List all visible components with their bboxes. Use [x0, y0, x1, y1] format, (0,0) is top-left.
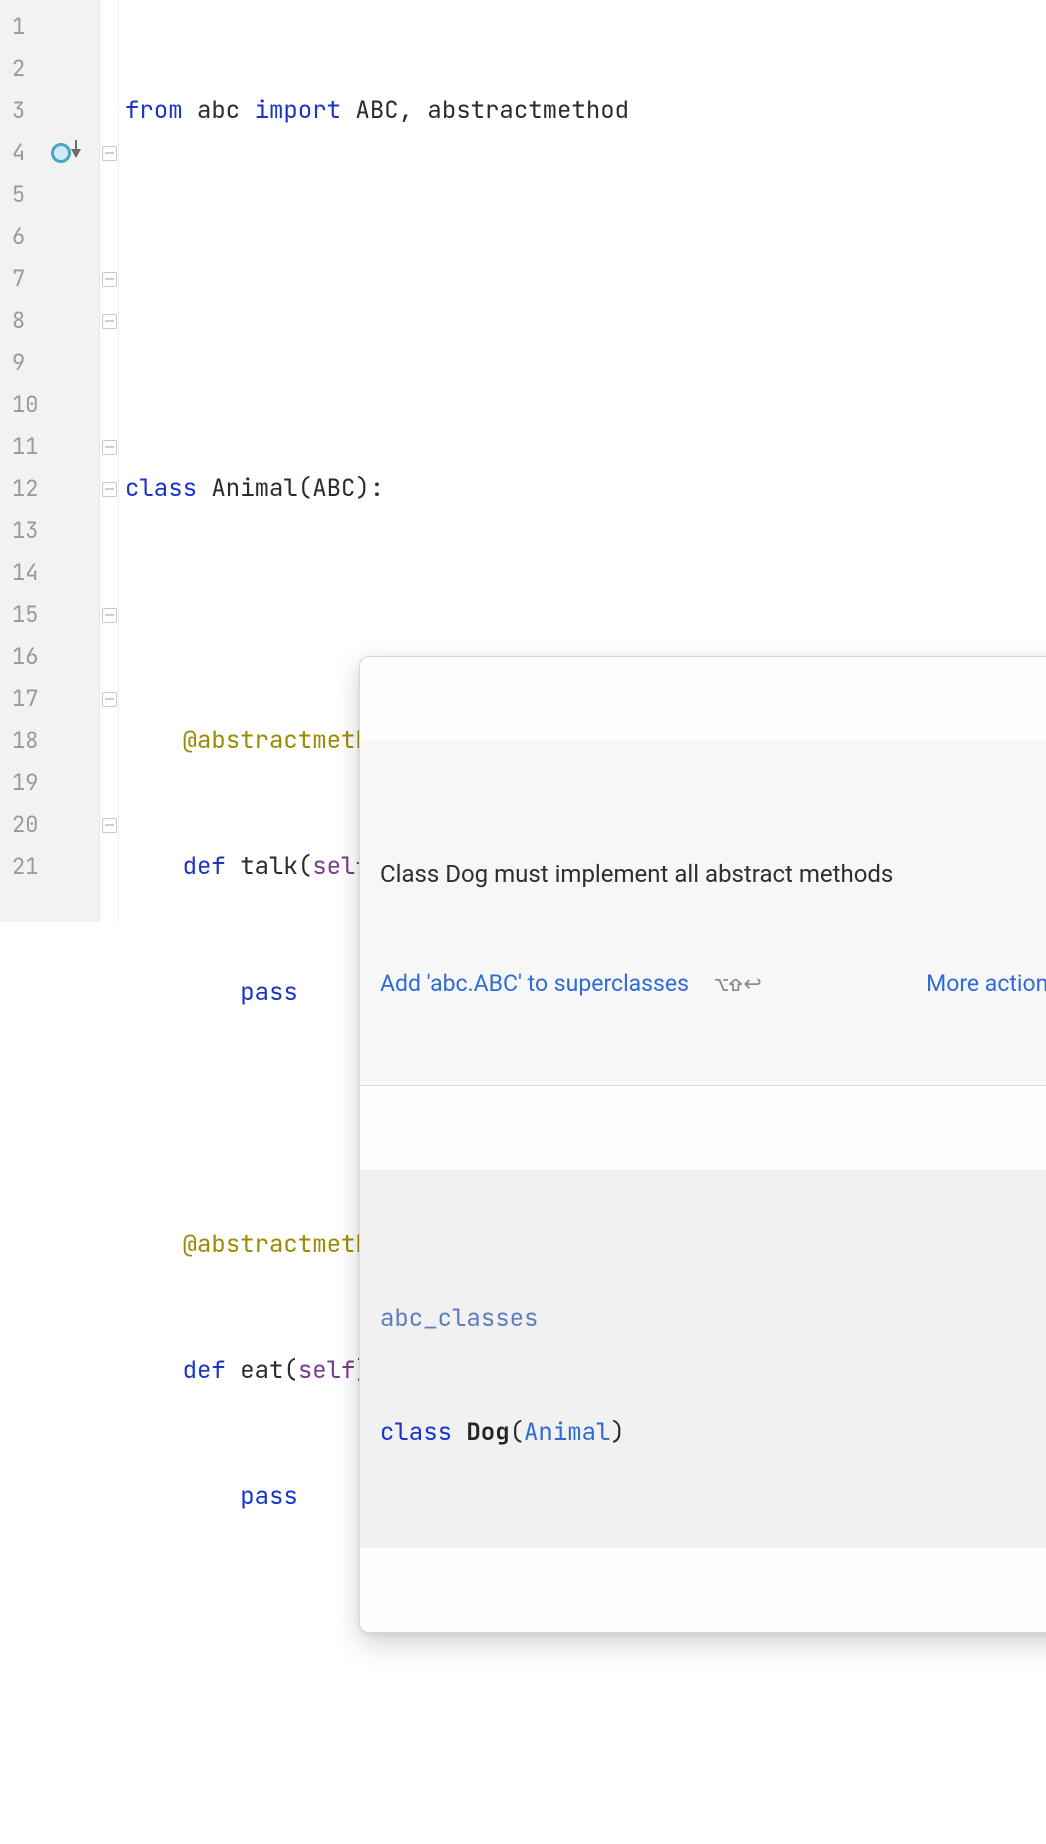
line-number: 9 [0, 342, 99, 384]
more-actions-link[interactable]: More actions... [926, 967, 1046, 1001]
line-number: 19 [0, 762, 99, 804]
line-number: 2 [0, 48, 99, 90]
fold-handle-icon[interactable] [102, 608, 117, 623]
line-number: 13 [0, 510, 99, 552]
line-number: 17 [0, 678, 99, 720]
line-number: 5 [0, 174, 99, 216]
code-line [119, 594, 1046, 636]
fold-handle-icon[interactable] [102, 440, 117, 455]
doc-filename[interactable]: abc_classes [380, 1300, 1046, 1338]
code-area[interactable]: from abc import ABC, abstractmethod clas… [119, 0, 1046, 922]
inspection-title: Class Dog must implement all abstract me… [380, 857, 1046, 891]
line-number: 10 [0, 384, 99, 426]
fold-handle-icon[interactable] [102, 314, 117, 329]
line-number: 3 [0, 90, 99, 132]
line-number: 18 [0, 720, 99, 762]
fold-handle-icon[interactable] [102, 146, 117, 161]
line-number: 21 [0, 846, 99, 888]
override-icon[interactable] [51, 143, 81, 163]
line-number: 4 [0, 132, 99, 174]
gutter: 1 2 3 4 5 6 7 8 9 10 11 12 13 14 15 16 1… [0, 0, 100, 922]
quickfix-link[interactable]: Add 'abc.ABC' to superclasses [380, 967, 689, 1001]
code-line: class Animal(ABC): [119, 468, 1046, 510]
fold-handle-icon[interactable] [102, 272, 117, 287]
line-number: 1 [0, 6, 99, 48]
line-number: 20 [0, 804, 99, 846]
code-line: from abc import ABC, abstractmethod [119, 90, 1046, 132]
line-number: 6 [0, 216, 99, 258]
fold-handle-icon[interactable] [102, 818, 117, 833]
fold-handle-icon[interactable] [102, 692, 117, 707]
line-number: 11 [0, 426, 99, 468]
line-number: 15 [0, 594, 99, 636]
line-number: 8 [0, 300, 99, 342]
line-number: 12 [0, 468, 99, 510]
line-number: 14 [0, 552, 99, 594]
inspection-header: Class Dog must implement all abstract me… [360, 741, 1046, 1086]
fold-column [100, 0, 119, 922]
code-line [119, 1728, 1046, 1770]
line-number: 7 [0, 258, 99, 300]
line-number: 16 [0, 636, 99, 678]
code-editor: 1 2 3 4 5 6 7 8 9 10 11 12 13 14 15 16 1… [0, 0, 1046, 922]
inspection-doc: abc_classes class Dog(Animal) [360, 1170, 1046, 1548]
code-line [119, 342, 1046, 384]
doc-signature: class Dog(Animal) [380, 1414, 1046, 1452]
code-line [119, 216, 1046, 258]
fold-handle-icon[interactable] [102, 482, 117, 497]
inspection-popup: Class Dog must implement all abstract me… [359, 656, 1046, 1633]
shortcut-hint: ⌥⇧↩ [715, 967, 763, 1001]
